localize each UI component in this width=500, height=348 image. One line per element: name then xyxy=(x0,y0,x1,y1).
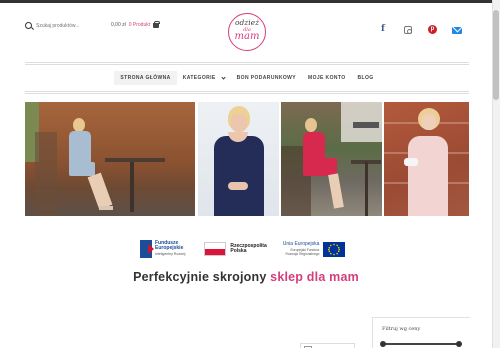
headline-accent: sklep dla mam xyxy=(270,270,359,284)
basket-icon[interactable] xyxy=(153,20,161,28)
photo-light-blue-dress[interactable] xyxy=(25,102,195,216)
hero-gallery xyxy=(25,102,469,216)
cart-price[interactable]: 0,00 zł xyxy=(111,22,126,28)
nav-item-home[interactable]: STRONA GŁÓWNA xyxy=(114,71,177,85)
nav-item-label: KATEGORIE xyxy=(182,75,216,81)
logo-text-line1: odzież xyxy=(234,18,260,27)
eu-funds-logo: Fundusze Europejskie Inteligentny Rozwój xyxy=(140,240,185,258)
price-filter-title: Filtruj wg ceny xyxy=(382,326,421,332)
instagram-icon[interactable] xyxy=(404,26,412,34)
top-bar xyxy=(0,0,492,3)
price-slider-min-handle[interactable] xyxy=(380,341,386,347)
scrollbar[interactable] xyxy=(492,0,500,348)
nav-item-label: BLOG xyxy=(357,75,374,81)
photo-pink-dress[interactable] xyxy=(281,102,382,216)
photo-navy-dress[interactable] xyxy=(198,102,279,216)
main-navigation: STRONA GŁÓWNA KATEGORIE BON PODARUNKOWY … xyxy=(25,62,469,94)
funding-logos: Fundusze Europejskie Inteligentny Rozwój… xyxy=(140,238,346,260)
eu-flag-icon xyxy=(323,241,346,257)
cart-count[interactable]: 0 Produkt xyxy=(129,22,150,28)
scrollbar-thumb[interactable] xyxy=(493,10,499,100)
chevron-down-icon xyxy=(221,74,226,80)
pinterest-icon[interactable]: p xyxy=(428,25,437,34)
search-input[interactable] xyxy=(36,22,96,29)
poland-logo: Rzeczpospolita Polska xyxy=(204,242,267,256)
partial-button[interactable] xyxy=(300,343,355,348)
logo-text-line3: mam xyxy=(234,31,260,42)
nav-item-gift-voucher[interactable]: BON PODARUNKOWY xyxy=(231,71,302,85)
site-logo[interactable]: odzież dla mam xyxy=(228,13,266,51)
price-slider[interactable] xyxy=(380,341,462,347)
price-filter-widget: Filtruj wg ceny xyxy=(372,317,470,348)
page-headline: Perfekcyjnie skrojony sklep dla mam xyxy=(0,270,492,284)
eu-logo: Unia Europejska Europejski Fundusz Rozwo… xyxy=(283,241,346,257)
price-slider-max-handle[interactable] xyxy=(456,341,462,347)
search-icon[interactable] xyxy=(25,22,32,29)
nav-item-label: BON PODARUNKOWY xyxy=(236,75,296,81)
nav-item-categories[interactable]: KATEGORIE xyxy=(177,71,231,85)
eu-funds-mark-icon xyxy=(140,240,152,258)
facebook-icon[interactable]: f xyxy=(381,25,385,34)
eu-funds-sub: Inteligentny Rozwój xyxy=(155,251,186,256)
nav-item-my-account[interactable]: MOJE KONTO xyxy=(302,71,352,85)
nav-item-label: STRONA GŁÓWNA xyxy=(120,75,171,81)
mail-icon[interactable] xyxy=(452,27,462,34)
eu-sub2: Rozwoju Regionalnego xyxy=(285,251,320,256)
headline-text: Perfekcyjnie skrojony xyxy=(133,270,271,284)
search-box[interactable] xyxy=(25,22,96,29)
nav-item-blog[interactable]: BLOG xyxy=(352,71,380,85)
poland-line2: Polska xyxy=(230,248,247,254)
polish-flag-icon xyxy=(204,242,227,256)
photo-lace-dress[interactable] xyxy=(384,102,469,216)
nav-item-label: MOJE KONTO xyxy=(308,75,346,81)
cart-summary[interactable]: 0,00 zł 0 Produkt xyxy=(111,20,161,28)
